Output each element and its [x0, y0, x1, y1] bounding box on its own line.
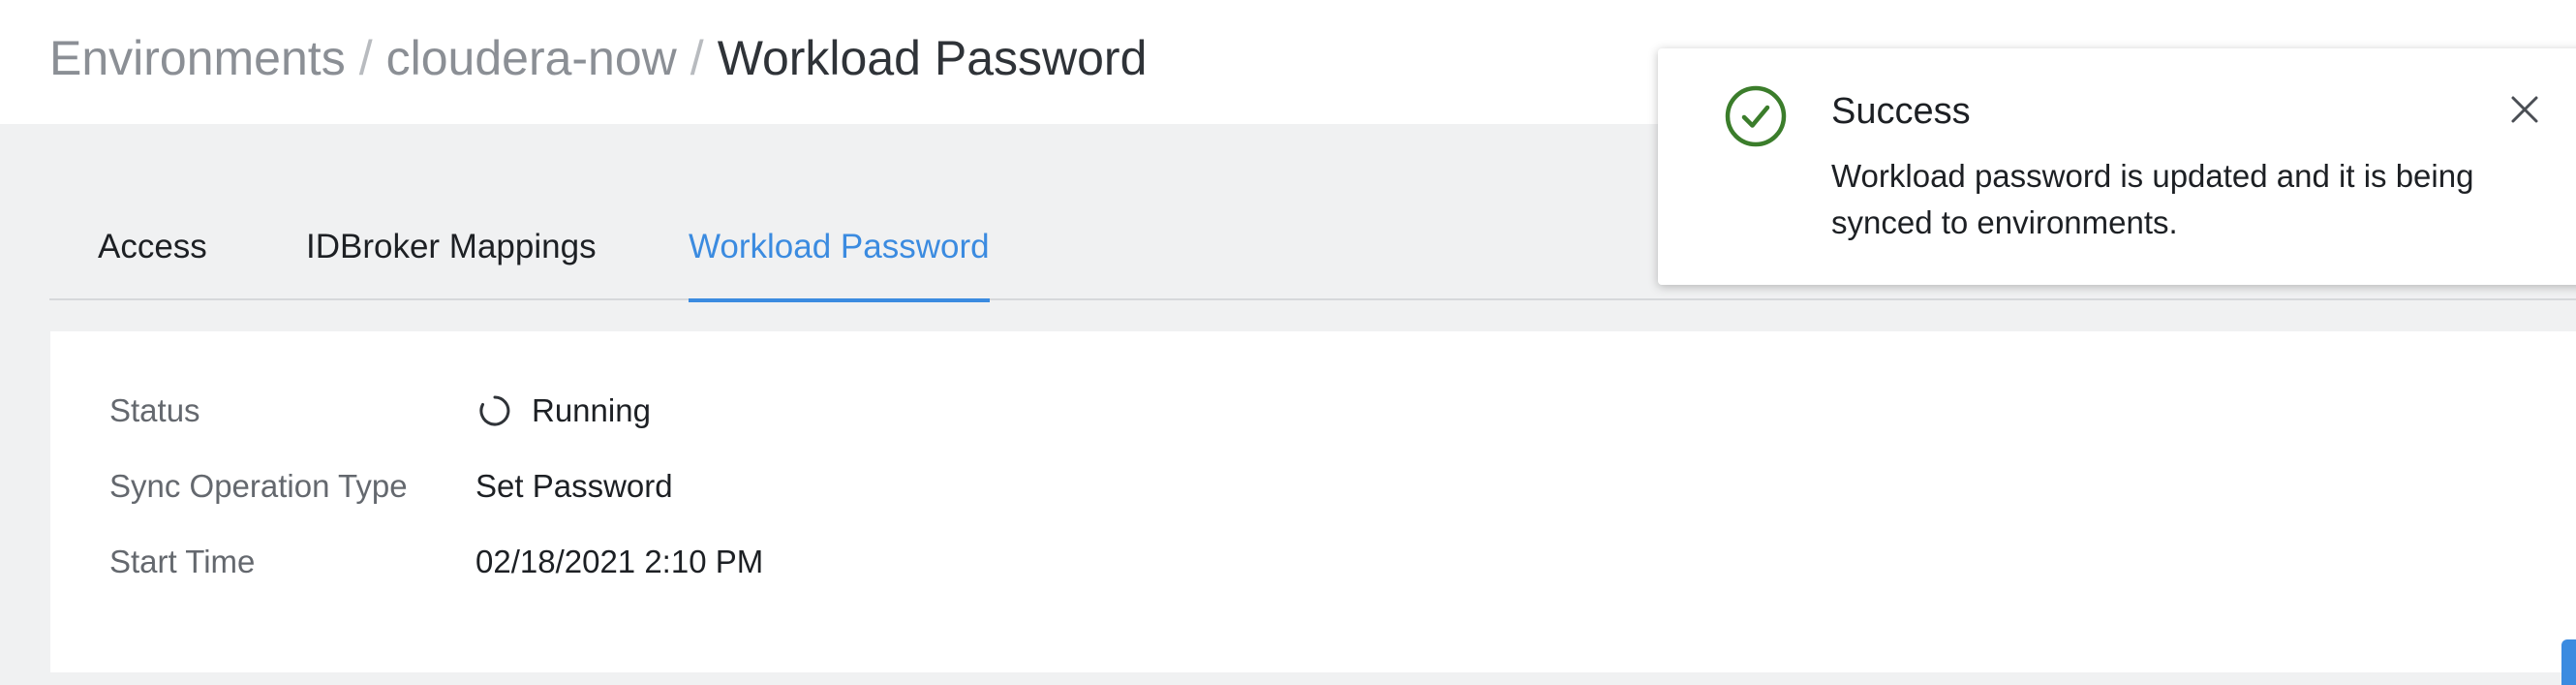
start-time-value: 02/18/2021 2:10 PM [475, 544, 764, 579]
close-icon[interactable] [2500, 85, 2549, 134]
status-row: Status Running [109, 388, 651, 434]
help-button[interactable] [2561, 639, 2576, 685]
status-value: Running [475, 391, 651, 430]
tab-workload-password[interactable]: Workload Password [689, 194, 990, 302]
toast-title: Success [1831, 91, 1971, 132]
status-text: Running [532, 392, 651, 428]
check-circle-icon [1723, 83, 1789, 149]
toast-message: Workload password is updated and it is b… [1831, 158, 2474, 240]
sync-operation-row: Sync Operation Type Set Password [109, 463, 673, 510]
sync-status-panel: Status Running Sync Operation Type Set P… [50, 331, 2576, 672]
breadcrumb-separator: / [690, 31, 704, 85]
start-time-label: Start Time [109, 544, 256, 579]
page-title: Workload Password [717, 31, 1148, 85]
tab-idbroker-mappings[interactable]: IDBroker Mappings [306, 194, 597, 300]
spinner-icon [475, 391, 514, 430]
sync-operation-type-value: Set Password [475, 468, 673, 504]
sync-operation-type-label: Sync Operation Type [109, 468, 408, 504]
breadcrumb-separator: / [358, 31, 373, 85]
tab-access[interactable]: Access [98, 194, 207, 300]
success-toast: Success Workload password is updated and… [1658, 48, 2576, 285]
breadcrumb-item-environments[interactable]: Environments [49, 30, 346, 86]
status-label: Status [109, 392, 200, 428]
start-time-row: Start Time 02/18/2021 2:10 PM [109, 539, 763, 585]
breadcrumb-item-environment[interactable]: cloudera-now [386, 30, 677, 86]
breadcrumb: Environments / cloudera-now / Workload P… [49, 27, 1147, 89]
